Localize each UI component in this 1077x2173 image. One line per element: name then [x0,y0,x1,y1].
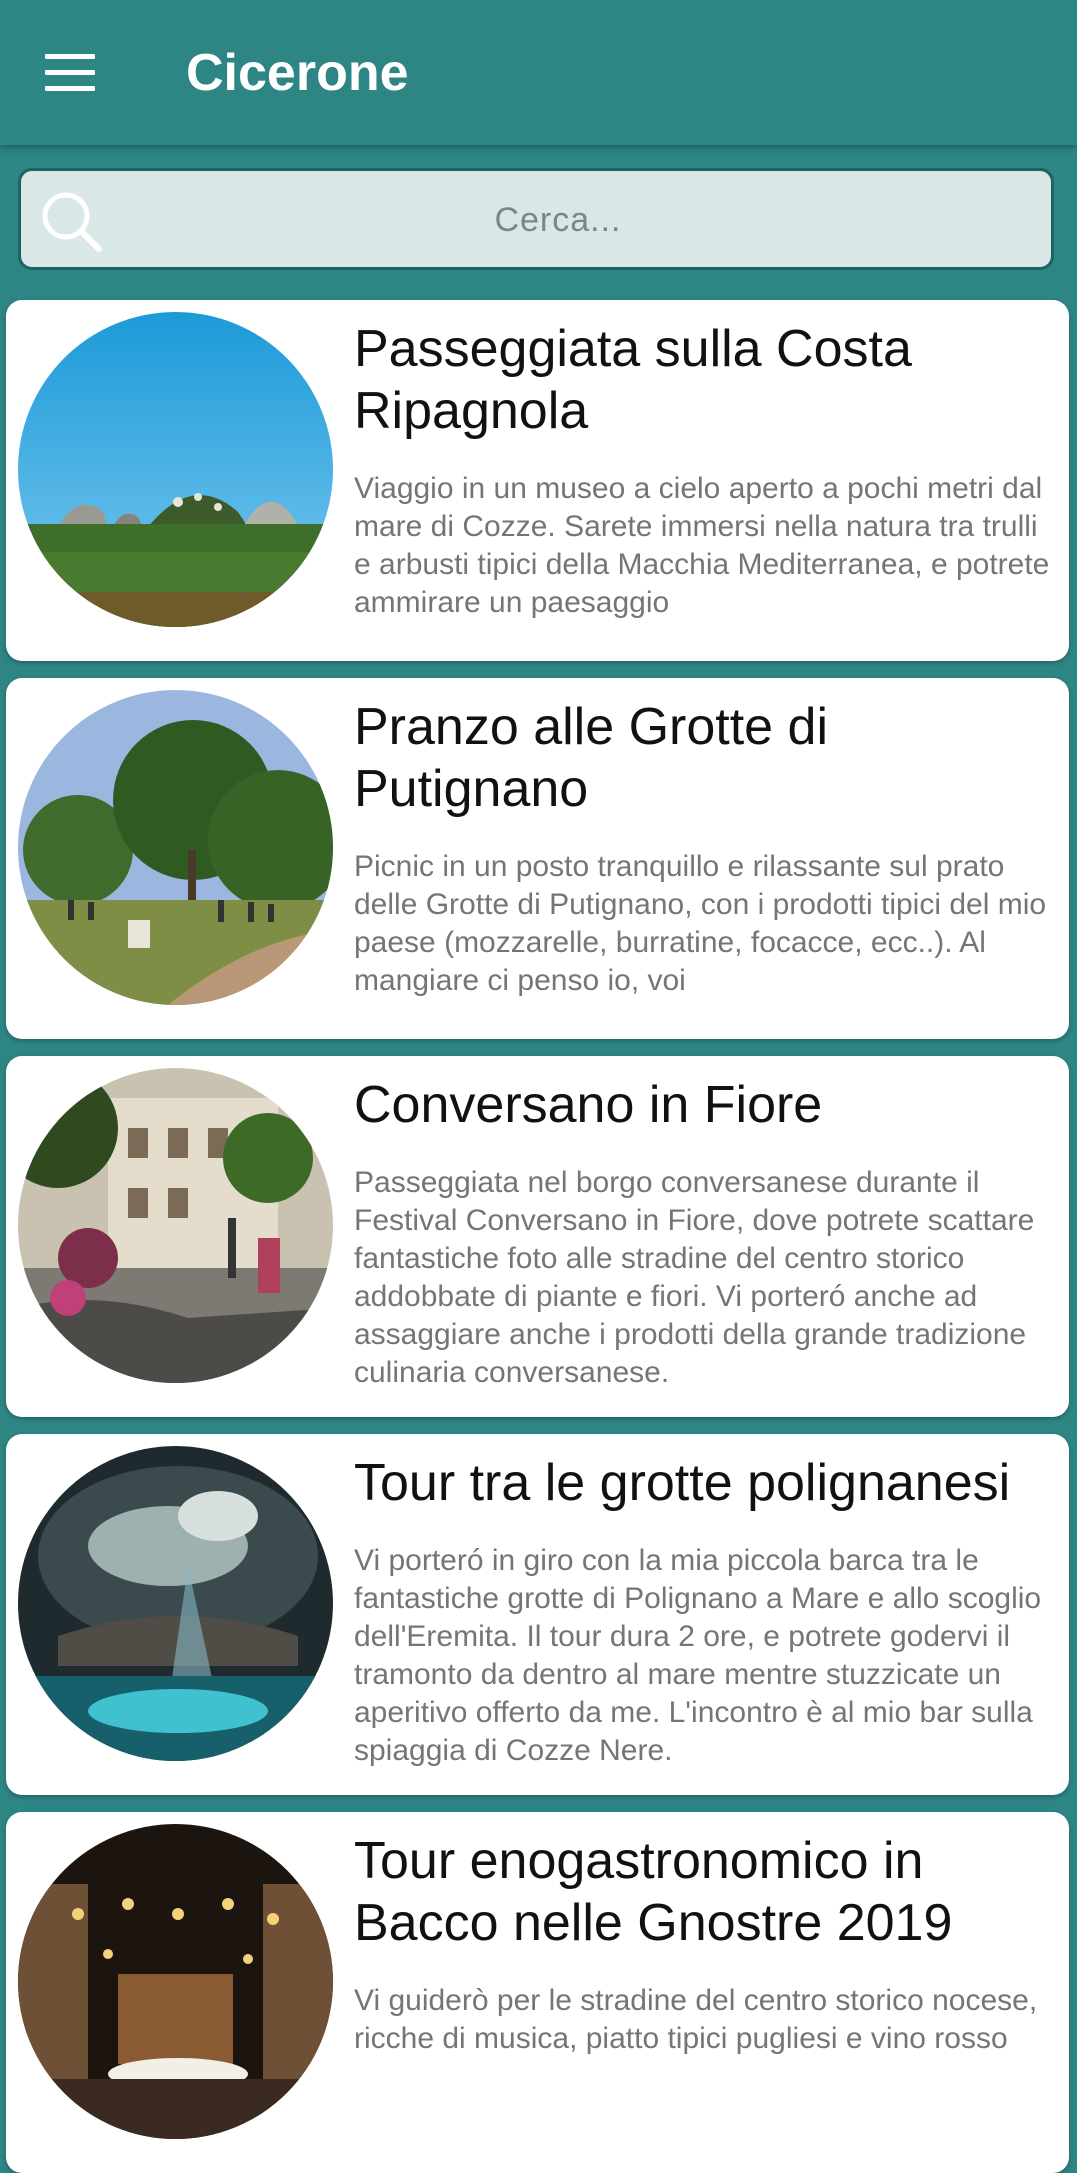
search-bar[interactable] [18,168,1054,270]
item-thumbnail [18,1446,333,1761]
hamburger-menu-icon[interactable] [36,50,106,96]
app-bar: Cicerone [0,0,1077,145]
list-item[interactable]: Passeggiata sulla Costa Ripagnola Viaggi… [6,300,1069,661]
item-thumbnail [18,312,333,627]
app-title: Cicerone [186,44,409,102]
item-thumbnail [18,1824,333,2139]
item-description: Vi guiderò per le stradine del centro st… [354,1984,1038,2055]
item-title: Conversano in Fiore [354,1076,823,1134]
search-icon[interactable] [39,189,105,255]
list-item[interactable]: Tour tra le grotte polignanesi Vi porter… [6,1434,1069,1795]
item-thumbnail [18,1068,333,1383]
item-description: Picnic in un posto tranquillo e rilassan… [354,850,1047,997]
list-item[interactable]: Pranzo alle Grotte di Putignano Picnic i… [6,678,1069,1039]
list-item[interactable]: Tour enogastronomico in Bacco nelle Gnos… [6,1812,1069,2173]
list-item[interactable]: Conversano in Fiore Passeggiata nel borg… [6,1056,1069,1417]
item-title: Passeggiata sulla Costa Ripagnola [354,320,912,440]
item-title: Tour tra le grotte polignanesi [354,1454,1011,1512]
item-description: Passeggiata nel borgo conversanese duran… [354,1166,1035,1389]
item-title: Tour enogastronomico in Bacco nelle Gnos… [354,1832,953,1952]
item-title: Pranzo alle Grotte di Putignano [354,698,829,818]
item-description: Viaggio in un museo a cielo aperto a poc… [354,472,1050,619]
item-thumbnail [18,690,333,1005]
item-description: Vi porteró in giro con la mia piccola ba… [354,1544,1042,1767]
search-input[interactable] [121,171,995,269]
